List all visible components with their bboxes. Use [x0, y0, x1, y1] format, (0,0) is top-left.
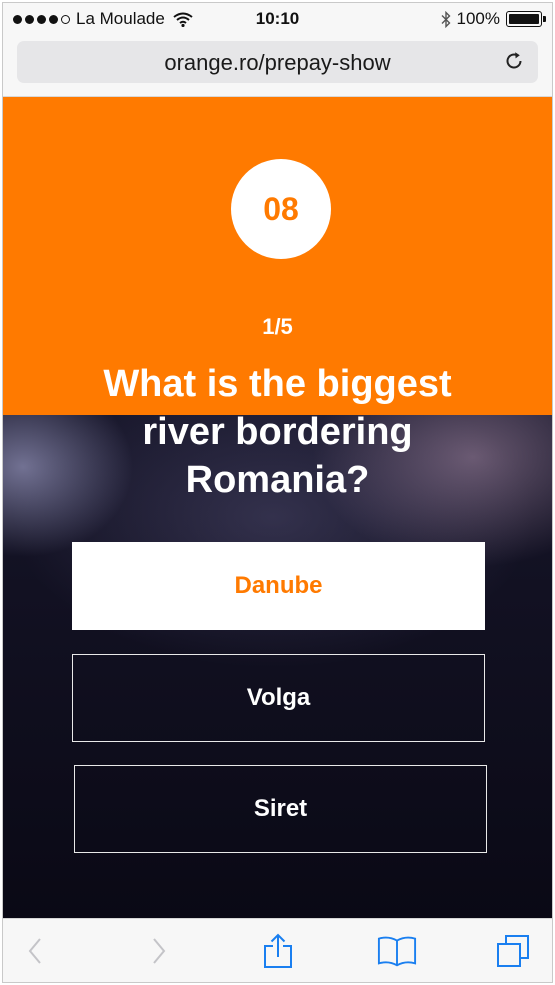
- address-bar[interactable]: orange.ro/prepay-show: [17, 41, 538, 83]
- signal-dot: [13, 14, 22, 24]
- answer-option-danube[interactable]: Danube: [72, 542, 485, 630]
- share-button[interactable]: [258, 933, 298, 969]
- reload-icon[interactable]: [502, 49, 526, 73]
- status-right: 100%: [441, 9, 546, 29]
- quiz-content: 08 1/5 What is the biggest river borderi…: [3, 97, 552, 920]
- question-text: What is the biggest river bordering Roma…: [103, 363, 452, 501]
- countdown-timer: 08: [231, 159, 331, 259]
- browser-toolbar: [3, 918, 552, 982]
- status-bar: La Moulade 10:10 100%: [3, 3, 552, 37]
- bookmarks-icon: [377, 936, 417, 967]
- battery-tip: [543, 16, 546, 22]
- tabs-button[interactable]: [493, 933, 533, 969]
- signal-strength-icon: [13, 14, 70, 24]
- back-button[interactable]: [15, 933, 55, 969]
- forward-icon: [153, 938, 166, 964]
- back-icon: [28, 938, 41, 964]
- answer-option-volga[interactable]: Volga: [72, 654, 485, 742]
- signal-dot: [37, 14, 46, 24]
- signal-dot: [49, 14, 58, 24]
- phone-screen: La Moulade 10:10 100% orange.ro/prepay-s…: [2, 2, 553, 983]
- bookmarks-button[interactable]: [377, 933, 417, 969]
- bluetooth-icon: [441, 10, 451, 28]
- battery-percentage: 100%: [456, 9, 500, 28]
- question-progress: 1/5: [262, 314, 293, 339]
- answer-option-siret[interactable]: Siret: [74, 765, 487, 853]
- carrier-name: La Moulade: [76, 9, 165, 28]
- browser-address-area: orange.ro/prepay-show: [3, 37, 552, 97]
- wifi-icon: [173, 12, 193, 27]
- battery-icon: [506, 11, 546, 27]
- battery-level: [509, 14, 539, 24]
- forward-button[interactable]: [139, 933, 179, 969]
- signal-dot: [25, 14, 34, 24]
- signal-dot: [61, 14, 70, 24]
- tabs-icon: [497, 935, 529, 967]
- url-text[interactable]: orange.ro/prepay-show: [17, 50, 538, 76]
- status-left: La Moulade: [13, 9, 193, 29]
- share-icon: [264, 933, 292, 968]
